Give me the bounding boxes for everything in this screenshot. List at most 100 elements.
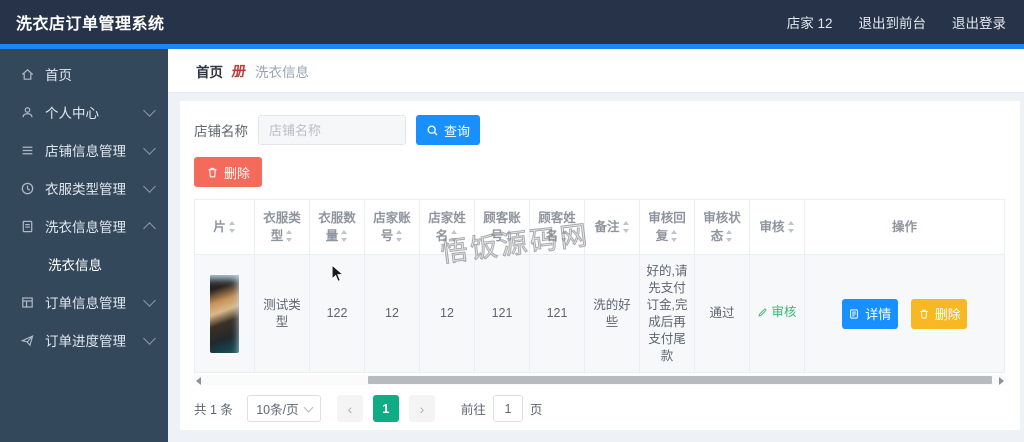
- cell-actions: 详情 删除: [804, 254, 1005, 373]
- toolbar-row: 删除: [194, 157, 1006, 187]
- sort-icon[interactable]: [787, 221, 795, 233]
- laundry-table: 片 衣服类型 衣服数量 店家账号 店家姓名 顾客账号 顾客姓名 备注 审核回复 …: [194, 199, 1005, 373]
- pen-icon: [757, 307, 768, 318]
- prev-page-button[interactable]: ‹: [336, 395, 363, 422]
- sidebar: 首页 个人中心 店铺信息管理 衣服类型管理 洗衣信息管理 洗衣信息 订单信息管理…: [0, 49, 168, 442]
- user-icon: [20, 105, 35, 120]
- column-header-review-reply[interactable]: 审核回复: [639, 199, 695, 255]
- sidebar-item-label: 店铺信息管理: [45, 144, 126, 159]
- audit-link[interactable]: 审核: [757, 304, 797, 321]
- topbar-links: 店家 12 退出到前台 退出登录: [787, 12, 1006, 32]
- sidebar-item-order-info[interactable]: 订单信息管理: [0, 283, 168, 321]
- column-header-shop-account[interactable]: 店家账号: [364, 199, 420, 255]
- sidebar-item-laundry-info[interactable]: 洗衣信息管理: [0, 207, 168, 245]
- document-icon: [20, 219, 35, 234]
- sort-icon[interactable]: [228, 221, 236, 233]
- menu-icon: [20, 143, 35, 158]
- search-field-label: 店铺名称: [194, 124, 248, 139]
- cell-image: [194, 254, 255, 373]
- chevron-down-icon: [143, 103, 156, 117]
- column-header-shop-name[interactable]: 店家姓名: [419, 199, 475, 255]
- scroll-left-arrow-icon[interactable]: [196, 377, 201, 385]
- cell-shop-name: 12: [419, 254, 475, 373]
- sort-icon[interactable]: [622, 221, 630, 233]
- audit-link-label: 审核: [771, 305, 797, 319]
- current-user-label[interactable]: 店家 12: [787, 12, 833, 32]
- goto-page-input[interactable]: [492, 395, 523, 422]
- column-header-review-status[interactable]: 审核状态: [694, 199, 750, 255]
- sort-icon[interactable]: [450, 230, 458, 242]
- breadcrumb: 首页 册 洗衣信息: [168, 49, 1024, 93]
- scrollbar-thumb[interactable]: [368, 376, 992, 384]
- sidebar-item-label: 衣服类型管理: [45, 182, 126, 197]
- breadcrumb-home[interactable]: 首页: [196, 61, 223, 81]
- column-header-customer-account[interactable]: 顾客账号: [474, 199, 530, 255]
- sort-icon[interactable]: [285, 230, 293, 242]
- page-size-value: 10条/页: [256, 403, 299, 417]
- sidebar-item-home[interactable]: 首页: [0, 55, 168, 93]
- cell-shop-account: 12: [364, 254, 420, 373]
- column-header-customer-name[interactable]: 顾客姓名: [529, 199, 585, 255]
- sort-icon[interactable]: [670, 230, 678, 242]
- scroll-right-arrow-icon[interactable]: [999, 377, 1004, 385]
- sort-icon[interactable]: [560, 230, 568, 242]
- sidebar-item-order-progress[interactable]: 订单进度管理: [0, 321, 168, 359]
- sort-icon[interactable]: [725, 230, 733, 242]
- sort-icon[interactable]: [340, 230, 348, 242]
- table-row: 测试类型 122 12 12 121 121 洗的好些 好的,请先支付订金,完成…: [194, 254, 1005, 373]
- sidebar-subitem-laundry-info[interactable]: 洗衣信息: [0, 245, 168, 283]
- next-page-button[interactable]: ›: [408, 395, 435, 422]
- column-header-clothes-type[interactable]: 衣服类型: [254, 199, 310, 255]
- detail-button-label: 详情: [865, 307, 892, 322]
- pagination: 共 1 条 10条/页 ‹ 1 › 前往 页: [194, 395, 1006, 422]
- batch-delete-label: 删除: [223, 165, 250, 181]
- breadcrumb-current: 洗衣信息: [255, 64, 309, 80]
- sidebar-subitem-label: 洗衣信息: [48, 258, 102, 273]
- chevron-down-icon: [143, 141, 156, 155]
- search-row: 店铺名称 查询: [194, 115, 1006, 145]
- sidebar-item-profile[interactable]: 个人中心: [0, 93, 168, 131]
- cell-clothes-count: 122: [309, 254, 365, 373]
- sidebar-item-label: 订单进度管理: [45, 334, 126, 349]
- cell-customer-name: 121: [529, 254, 585, 373]
- page-size-select[interactable]: 10条/页: [246, 395, 321, 422]
- logout-link[interactable]: 退出登录: [952, 12, 1006, 32]
- horizontal-scrollbar[interactable]: [194, 375, 1006, 385]
- clock-icon: [20, 181, 35, 196]
- send-icon: [20, 333, 35, 348]
- sidebar-item-label: 洗衣信息管理: [45, 220, 126, 235]
- sidebar-item-shop-info[interactable]: 店铺信息管理: [0, 131, 168, 169]
- sidebar-item-label: 个人中心: [45, 106, 99, 121]
- document-lines-icon: [848, 308, 860, 320]
- clothes-image[interactable]: [210, 274, 239, 353]
- batch-delete-button[interactable]: 删除: [194, 157, 262, 187]
- grid-icon: [20, 295, 35, 310]
- table-header-row: 片 衣服类型 衣服数量 店家账号 店家姓名 顾客账号 顾客姓名 备注 审核回复 …: [194, 199, 1005, 255]
- cell-audit: 审核: [749, 254, 805, 373]
- search-icon: [426, 124, 439, 137]
- breadcrumb-separator-mark: 册: [230, 62, 248, 79]
- chevron-down-icon: [303, 402, 314, 412]
- sort-icon[interactable]: [395, 230, 403, 242]
- main-area: 首页 册 洗衣信息 店铺名称 查询: [168, 49, 1024, 442]
- sidebar-item-label: 首页: [45, 68, 72, 83]
- back-to-front-link[interactable]: 退出到前台: [859, 12, 927, 32]
- column-header-image[interactable]: 片: [194, 199, 255, 255]
- sort-icon[interactable]: [505, 230, 513, 242]
- app-title: 洗衣店订单管理系统: [16, 16, 165, 33]
- chevron-down-icon: [143, 331, 156, 345]
- shop-name-input[interactable]: [258, 115, 406, 145]
- column-header-audit[interactable]: 审核: [749, 199, 805, 255]
- chevron-up-icon: [143, 221, 156, 235]
- cell-review-reply: 好的,请先支付订金,完成后再支付尾款: [639, 254, 695, 373]
- column-header-clothes-count[interactable]: 衣服数量: [309, 199, 365, 255]
- goto-page: 前往 页: [461, 395, 542, 422]
- query-button[interactable]: 查询: [416, 115, 480, 145]
- total-count-label: 共 1 条: [194, 403, 233, 417]
- row-delete-button[interactable]: 删除: [911, 298, 968, 329]
- column-header-remark[interactable]: 备注: [584, 199, 640, 255]
- sidebar-item-clothes-type[interactable]: 衣服类型管理: [0, 169, 168, 207]
- detail-button[interactable]: 详情: [841, 298, 898, 329]
- trash-icon: [918, 308, 930, 320]
- current-page-button[interactable]: 1: [372, 395, 399, 422]
